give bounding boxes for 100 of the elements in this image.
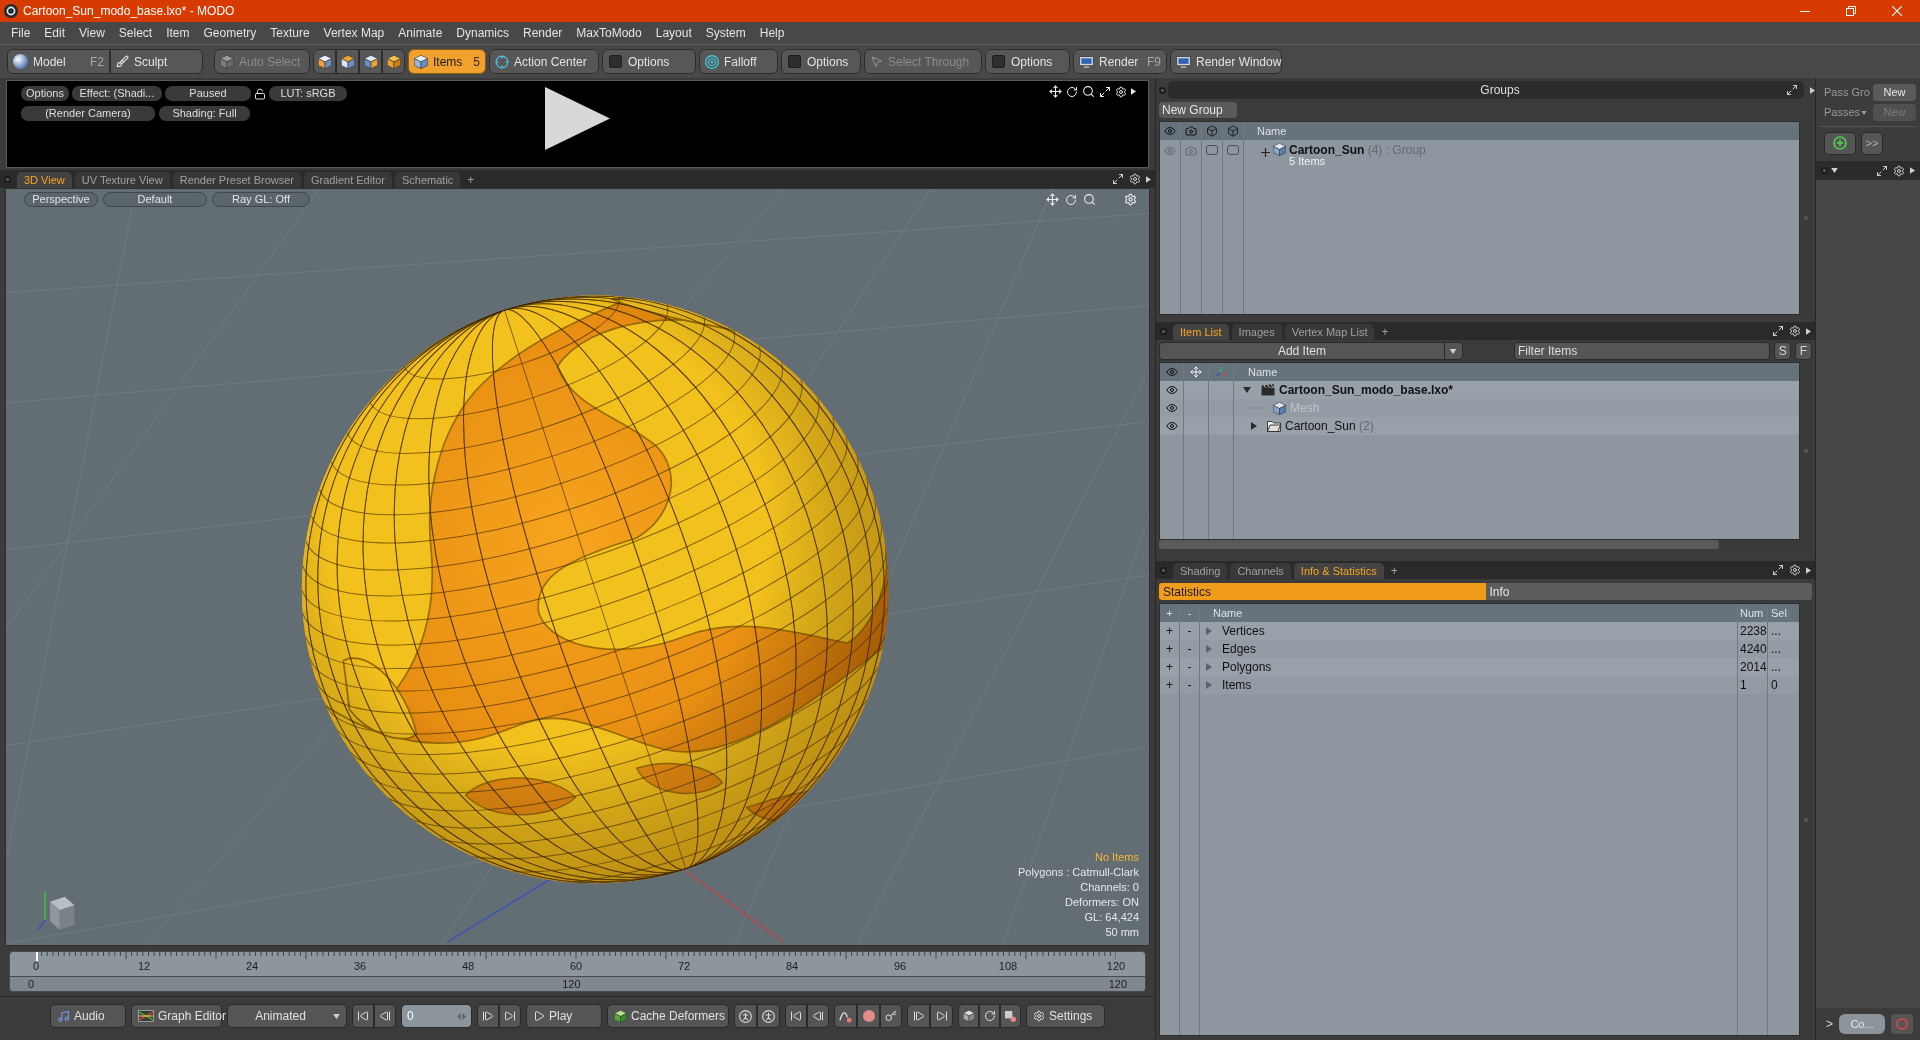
eye-icon[interactable] xyxy=(1165,384,1178,396)
menu-item[interactable]: Help xyxy=(752,22,792,44)
tab[interactable]: Images xyxy=(1231,324,1282,340)
tab[interactable]: Vertex Map List xyxy=(1284,324,1375,340)
add-tab-button[interactable]: + xyxy=(1386,563,1402,579)
menu-item[interactable]: Edit xyxy=(37,22,73,44)
selection-mode-button[interactable] xyxy=(359,49,382,74)
dropdown[interactable]: Animated xyxy=(227,1004,347,1028)
toolbar-button[interactable] xyxy=(930,1004,953,1028)
toolbar-button[interactable] xyxy=(734,1004,757,1028)
toolbar-button[interactable]: Render Window xyxy=(1170,49,1282,74)
menu-item[interactable]: Geometry xyxy=(196,22,264,44)
menu-item[interactable]: Select xyxy=(111,22,160,44)
add-pass-button[interactable] xyxy=(1824,131,1856,155)
toolbar-button[interactable]: Sculpt xyxy=(110,49,203,74)
menu-item[interactable]: System xyxy=(698,22,753,44)
new-button[interactable]: New xyxy=(1873,84,1916,101)
menu-item[interactable]: Animate xyxy=(391,22,450,44)
menu-item[interactable]: Vertex Map xyxy=(316,22,392,44)
toolbar-button[interactable]: Render F9 xyxy=(1073,49,1167,74)
options-button[interactable]: Options xyxy=(602,49,696,74)
toolbar-button[interactable] xyxy=(857,1004,880,1028)
toolbar-button[interactable] xyxy=(979,1004,1000,1028)
menu-item[interactable]: Texture xyxy=(263,22,317,44)
item-name[interactable]: Cartoon_Sun_modo_base.lxo* xyxy=(1279,384,1454,396)
filter-field[interactable]: Filter Items xyxy=(1513,342,1771,360)
frame-field[interactable]: 0 xyxy=(401,1004,472,1028)
checkbox[interactable] xyxy=(609,55,622,68)
menu-item[interactable]: MaxToModo xyxy=(569,22,649,44)
tab[interactable]: Render Preset Browser xyxy=(172,172,301,188)
toolbar-button[interactable] xyxy=(807,1004,829,1028)
preview-option-button[interactable]: Effect: (Shadi... xyxy=(72,86,162,101)
remove-button[interactable]: - xyxy=(1180,676,1200,694)
viewport-option-button[interactable]: Ray GL: Off xyxy=(212,192,310,207)
options-button[interactable]: Options xyxy=(985,49,1070,74)
preview-option-button[interactable]: (Render Camera) xyxy=(21,106,155,121)
rotate-icon[interactable] xyxy=(1066,85,1078,98)
toggle-box[interactable] xyxy=(1227,145,1239,155)
more-button[interactable]: >> xyxy=(1861,131,1883,155)
subtab[interactable]: Statistics xyxy=(1159,583,1486,600)
toolbar-button[interactable] xyxy=(374,1004,396,1028)
menu-item[interactable]: Layout xyxy=(648,22,699,44)
tab[interactable]: Channels xyxy=(1230,563,1291,579)
tab[interactable]: Gradient Editor xyxy=(304,172,392,188)
toggle-box[interactable] xyxy=(1206,145,1218,155)
toolbar-button[interactable] xyxy=(757,1004,780,1028)
add-button[interactable]: + xyxy=(1160,676,1180,694)
checkbox[interactable] xyxy=(788,55,801,68)
toolbar-button[interactable] xyxy=(785,1004,807,1028)
filter-toggle-button[interactable]: S xyxy=(1774,342,1792,360)
preview-option-button[interactable]: Paused xyxy=(165,86,251,101)
maximize-icon[interactable] xyxy=(1772,564,1784,576)
filter-toggle-button[interactable]: F xyxy=(1795,342,1812,360)
toolbar-button[interactable] xyxy=(499,1004,521,1028)
toolbar-button[interactable]: Action Center xyxy=(489,49,599,74)
menu-item[interactable]: Item xyxy=(159,22,197,44)
toolbar-button[interactable]: Settings xyxy=(1026,1004,1105,1028)
toolbar-button[interactable] xyxy=(907,1004,930,1028)
maximize-icon[interactable] xyxy=(1772,325,1784,337)
selection-mode-button[interactable] xyxy=(313,49,336,74)
viewport-option-button[interactable]: Default xyxy=(103,192,207,207)
eye-icon[interactable] xyxy=(1165,402,1178,414)
maximize-icon[interactable] xyxy=(1786,84,1798,96)
toolbar-button[interactable] xyxy=(834,1004,857,1028)
menu-item[interactable]: Render xyxy=(516,22,570,44)
toolbar-button[interactable]: Falloff xyxy=(699,49,778,74)
settings-icon[interactable] xyxy=(1893,164,1905,177)
tab[interactable]: Item List xyxy=(1173,324,1229,340)
subtab[interactable]: Info xyxy=(1485,583,1812,600)
checkbox[interactable] xyxy=(992,55,1005,68)
maximize-icon[interactable] xyxy=(1099,85,1111,98)
settings-icon[interactable] xyxy=(1789,564,1801,576)
eye-icon[interactable] xyxy=(1165,420,1178,432)
tab[interactable]: UV Texture View xyxy=(74,172,170,188)
settings-icon[interactable] xyxy=(1789,325,1801,337)
toolbar-button[interactable] xyxy=(880,1004,902,1028)
viewport-option-button[interactable]: Perspective xyxy=(24,192,98,207)
toolbar-button[interactable] xyxy=(477,1004,499,1028)
toolbar-button[interactable] xyxy=(352,1004,374,1028)
tab[interactable]: Schematic xyxy=(395,172,461,188)
toolbar-button[interactable] xyxy=(1000,1004,1021,1028)
toolbar-button[interactable]: Model F2 xyxy=(7,49,110,74)
toolbar-button[interactable] xyxy=(958,1004,979,1028)
menu-item[interactable]: View xyxy=(72,22,112,44)
options-button[interactable]: Options xyxy=(781,49,861,74)
selection-mode-button[interactable] xyxy=(336,49,359,74)
maximize-icon[interactable] xyxy=(1112,173,1124,185)
toolbar-button[interactable]: Items 5 xyxy=(408,49,486,74)
selection-mode-button[interactable] xyxy=(382,49,405,74)
tab[interactable]: Shading xyxy=(1173,563,1228,579)
toolbar-button[interactable]: Audio xyxy=(50,1004,126,1028)
add-tab-button[interactable]: + xyxy=(463,172,479,188)
preview-option-button[interactable]: Options xyxy=(21,86,69,101)
tab[interactable]: Info & Statistics xyxy=(1293,563,1384,579)
maximize-icon[interactable] xyxy=(1876,164,1888,177)
unlock-icon[interactable] xyxy=(254,87,266,100)
toolbar-button[interactable]: Play xyxy=(526,1004,602,1028)
pan-icon[interactable] xyxy=(1049,85,1062,98)
expand-icon[interactable] xyxy=(1261,148,1270,157)
tab[interactable]: 3D View xyxy=(17,172,72,188)
